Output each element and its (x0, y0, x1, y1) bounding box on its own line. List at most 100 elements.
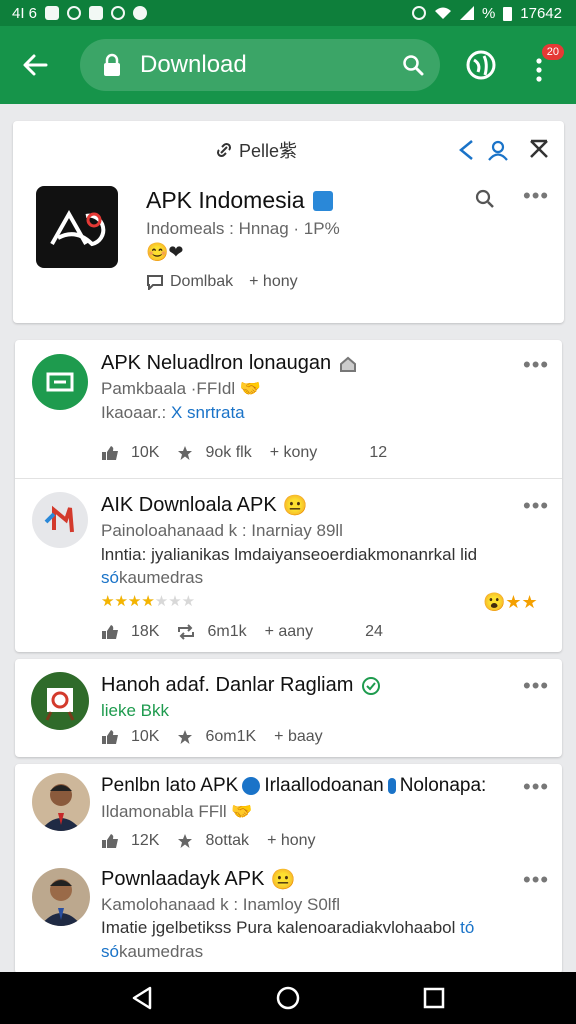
thumb-icon (102, 625, 118, 639)
pin-icon (387, 778, 396, 794)
featured-header-label: Pelle紫 (239, 141, 298, 161)
item-title-emoji: 😐 (282, 495, 308, 517)
item-line1: Kamolohanaad k : Inamloy S0lfl (101, 895, 341, 914)
item-line2-link[interactable]: tó (460, 918, 474, 937)
item-line2: lnntia: jyalianikas lmdaiyanseoerdiakmon… (101, 545, 478, 564)
item-line3: sókaumedras (101, 568, 203, 588)
app-icon (32, 492, 88, 548)
item-line2: Ikaoaar.: X snrtrata (101, 403, 245, 423)
item-line1-emoji: 🤝 (231, 802, 253, 821)
item-line3-rest: kaumedras (118, 568, 204, 587)
profile-icon[interactable] (487, 139, 509, 161)
list-item[interactable]: Penlbn lato APK Irlaallodoanan Nolonapa:… (15, 764, 562, 856)
list-item[interactable]: AIK Downloala APK 😐 ••• Painoloahanaad k… (15, 479, 562, 652)
app-logo (36, 186, 118, 268)
alarm-icon (411, 6, 426, 20)
whatsapp-icon (67, 6, 82, 20)
stat-downloads: 18K (131, 623, 160, 640)
thumb-icon (102, 834, 118, 848)
wifi-icon (434, 7, 451, 19)
item-title-prefix: Penlbn lato APK (101, 775, 239, 796)
arrow-back-icon (23, 54, 48, 76)
star-icon (178, 834, 193, 848)
app-bar: Download 20 (0, 26, 576, 104)
featured-more-icon[interactable]: ••• (523, 183, 549, 209)
item-title: APK Neluadlron lonaugan (101, 352, 332, 374)
item-title-tail: Nolonapa: (399, 775, 487, 796)
square-recents-icon (423, 987, 445, 1009)
results-card: APK Neluadlron lonaugan ••• Pamkbaala ·F… (15, 340, 562, 652)
app-icon-glyph (46, 372, 74, 392)
back-button[interactable] (18, 48, 52, 82)
alert-icon (133, 6, 148, 20)
app-icon (31, 672, 89, 730)
item-line2-link[interactable]: X snrtrata (171, 403, 245, 422)
overflow-menu-button[interactable]: 20 (524, 44, 564, 86)
link-icon (216, 142, 232, 158)
stat-extra: + baay (274, 728, 323, 745)
stat-downloads: 12K (131, 832, 160, 849)
item-title-row: APK Neluadlron lonaugan (101, 352, 357, 375)
share-icon[interactable] (457, 139, 475, 161)
featured-subtitle: Indomeals : Hnnag · 1P% (146, 219, 340, 238)
search-icon[interactable] (475, 189, 495, 209)
globe-button[interactable] (464, 48, 498, 82)
search-icon[interactable] (402, 54, 424, 76)
item-title: AIK Downloala APK (101, 494, 277, 516)
item-more-icon[interactable]: ••• (523, 774, 549, 800)
item-stats: 12K 8ottak + hony (101, 832, 316, 850)
status-left-text: 4I 6 (12, 4, 38, 22)
results-card: Penlbn lato APK Irlaallodoanan Nolonapa:… (15, 764, 562, 974)
featured-download[interactable]: Domlbak (146, 273, 233, 291)
close-icon[interactable] (529, 139, 549, 159)
stat-count: 24 (365, 623, 383, 640)
item-line2-text: Imatie jgelbetikss Pura kalenoaradiakvlo… (101, 918, 456, 937)
apk-logo-icon (50, 209, 106, 247)
item-more-icon[interactable]: ••• (523, 493, 549, 519)
item-line1: Pamkbaala ·FFIdl 🤝 (101, 379, 261, 399)
search-box[interactable]: Download (80, 39, 440, 91)
music-app-icon (44, 505, 74, 533)
navigation-bar (0, 972, 576, 1024)
battery-percent: % (481, 4, 496, 22)
star-icon (178, 446, 193, 460)
item-more-icon[interactable]: ••• (523, 867, 549, 893)
lock-icon (104, 53, 120, 76)
featured-title: APK Indomesia (146, 187, 305, 213)
item-title-row: AIK Downloala APK 😐 (101, 493, 308, 518)
list-item[interactable]: APK Neluadlron lonaugan ••• Pamkbaala ·F… (15, 340, 562, 478)
thumb-icon (102, 446, 118, 460)
item-stats: 10K 9ok flk + kony 12 (101, 444, 387, 462)
game-app-icon (45, 688, 75, 721)
person-avatar-icon (40, 784, 82, 831)
nav-back-button[interactable] (128, 984, 156, 1012)
verified-icon (312, 190, 333, 211)
nav-home-button[interactable] (274, 984, 302, 1012)
comment-icon (147, 275, 163, 290)
avatar (32, 868, 90, 926)
item-line3-link[interactable]: só (101, 568, 119, 587)
item-title-row: Pownlaadayk APK 😐 (101, 867, 295, 892)
featured-header: Pelle紫 (215, 137, 297, 163)
list-item[interactable]: Pownlaadayk APK 😐 ••• Kamolohanaad k : I… (15, 859, 562, 974)
item-more-icon[interactable]: ••• (523, 352, 549, 378)
star-icon (178, 730, 193, 744)
avatar (32, 773, 90, 831)
item-line1-text: Pamkbaala ·FFIdl (101, 379, 236, 398)
nav-recents-button[interactable] (420, 984, 448, 1012)
search-query[interactable]: Download (140, 51, 402, 79)
item-line3-link[interactable]: só (101, 942, 119, 961)
item-more-icon[interactable]: ••• (523, 673, 549, 699)
rating-stars-filled: ★★★★★★★ (101, 593, 155, 610)
featured-plus-label[interactable]: + hony (249, 273, 297, 291)
stat-downloads: 10K (131, 728, 160, 745)
circle-home-icon (276, 986, 300, 1010)
featured-card[interactable]: Pelle紫 APK Indomesia ••• Indomeals : Hnn… (13, 121, 564, 323)
verified-check-icon (362, 676, 381, 695)
featured-meta: Domlbak + hony (146, 273, 298, 291)
item-title-emoji: 😐 (270, 869, 296, 891)
stat-extra: + hony (267, 832, 316, 849)
list-item[interactable]: Hanoh adaf. Danlar Ragliam ••• lieke Bkk… (15, 659, 562, 757)
stat-downloads: 10K (131, 444, 160, 461)
featured-title-row: APK Indomesia (146, 187, 333, 214)
